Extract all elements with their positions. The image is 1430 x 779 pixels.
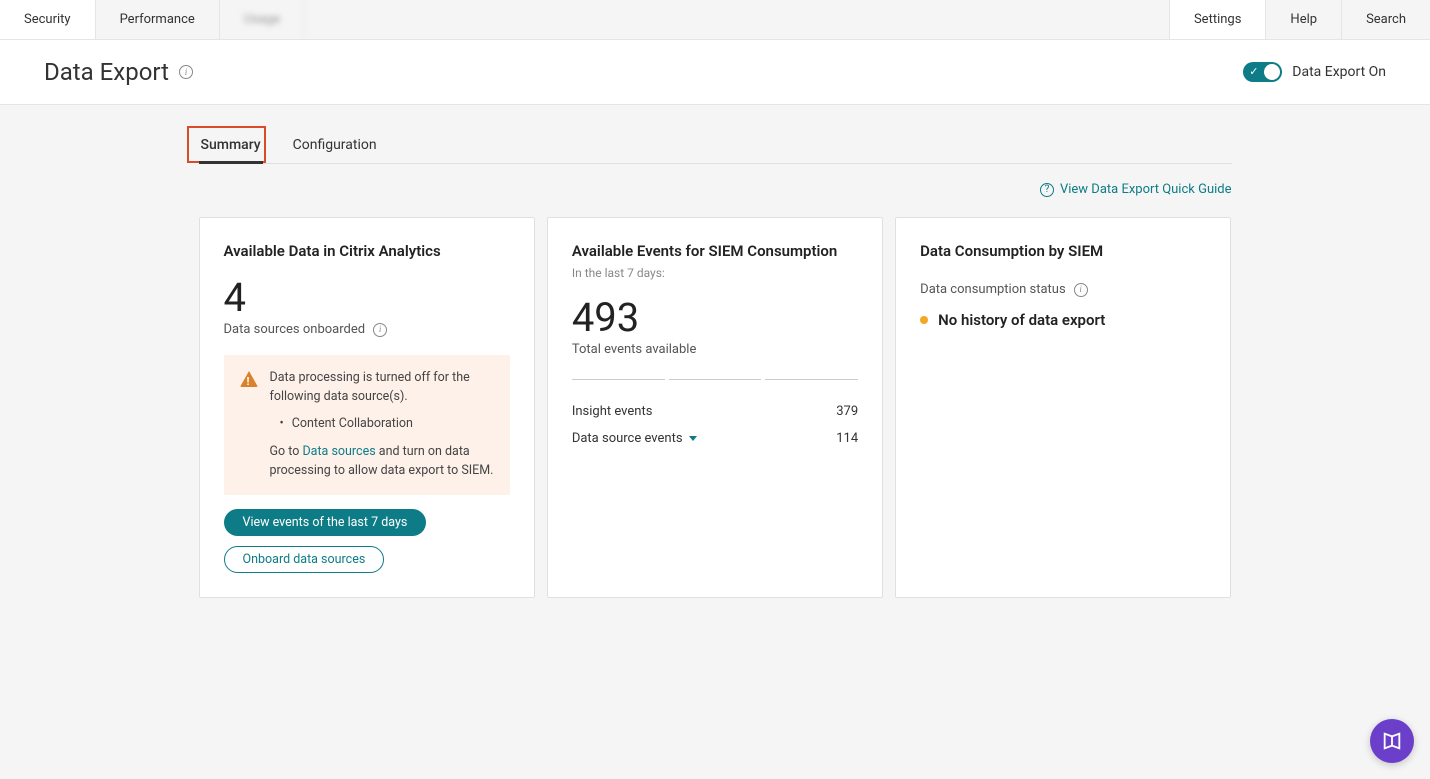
card2-title: Available Events for SIEM Consumption xyxy=(572,242,858,260)
warning-line1: Data processing is turned off for the fo… xyxy=(270,369,494,407)
warning-item: Content Collaboration xyxy=(270,415,494,434)
tab-summary[interactable]: Summary xyxy=(199,129,263,163)
quick-guide-link[interactable]: ? View Data Export Quick Guide xyxy=(1040,182,1232,197)
card2-metric-label: Total events available xyxy=(572,342,858,357)
status-label: Data consumption status xyxy=(920,282,1066,297)
nav-settings[interactable]: Settings xyxy=(1169,0,1265,39)
nav-help[interactable]: Help xyxy=(1265,0,1341,39)
card1-title: Available Data in Citrix Analytics xyxy=(224,242,510,260)
quick-guide-text: View Data Export Quick Guide xyxy=(1060,182,1232,197)
view-events-button[interactable]: View events of the last 7 days xyxy=(224,509,427,536)
metric-name: Insight events xyxy=(572,404,653,419)
card2-subtext: In the last 7 days: xyxy=(572,266,858,280)
warning-line2: Go to Data sources and turn on data proc… xyxy=(270,443,494,481)
data-export-toggle[interactable] xyxy=(1243,62,1282,82)
nav-security[interactable]: Security xyxy=(0,0,96,39)
info-icon[interactable]: i xyxy=(1074,283,1088,297)
card-available-events: Available Events for SIEM Consumption In… xyxy=(547,217,883,598)
top-nav: Security Performance Usage Settings Help… xyxy=(0,0,1430,40)
warning-icon xyxy=(240,371,258,387)
card-available-data: Available Data in Citrix Analytics 4 Dat… xyxy=(199,217,535,598)
card-data-consumption: Data Consumption by SIEM Data consumptio… xyxy=(895,217,1231,598)
info-icon[interactable]: i xyxy=(179,65,193,79)
data-sources-link[interactable]: Data sources xyxy=(302,444,375,459)
card1-sub: Data sources onboarded xyxy=(224,322,366,337)
tab-configuration[interactable]: Configuration xyxy=(291,129,379,163)
nav-blurred[interactable]: Usage xyxy=(220,0,305,39)
page-header: Data Export i Data Export On xyxy=(0,40,1430,105)
metric-value: 114 xyxy=(836,431,858,446)
metric-row-datasource[interactable]: Data source events 114 xyxy=(572,425,858,452)
help-circle-icon: ? xyxy=(1040,183,1054,197)
card3-title: Data Consumption by SIEM xyxy=(920,242,1206,260)
info-icon[interactable]: i xyxy=(373,323,387,337)
chevron-down-icon xyxy=(689,436,697,441)
onboard-data-sources-button[interactable]: Onboard data sources xyxy=(224,546,385,573)
status-text: No history of data export xyxy=(938,311,1105,329)
toggle-label: Data Export On xyxy=(1292,64,1386,80)
card1-big-number: 4 xyxy=(224,278,510,318)
status-dot-icon xyxy=(920,316,928,324)
warning-box: Data processing is turned off for the fo… xyxy=(224,355,510,495)
nav-performance[interactable]: Performance xyxy=(96,0,220,39)
nav-search[interactable]: Search xyxy=(1341,0,1430,39)
status-row: No history of data export xyxy=(920,311,1206,329)
metric-name: Data source events xyxy=(572,431,683,446)
page-title-text: Data Export xyxy=(44,58,169,86)
divider-segments xyxy=(572,379,858,380)
tabs: Summary Configuration xyxy=(199,129,1232,164)
book-icon xyxy=(1381,730,1403,752)
help-fab[interactable] xyxy=(1370,719,1414,763)
card2-big-number: 493 xyxy=(572,298,858,338)
metric-row-insight: Insight events 379 xyxy=(572,398,858,425)
metric-value: 379 xyxy=(836,404,858,419)
page-title: Data Export i xyxy=(44,58,193,86)
